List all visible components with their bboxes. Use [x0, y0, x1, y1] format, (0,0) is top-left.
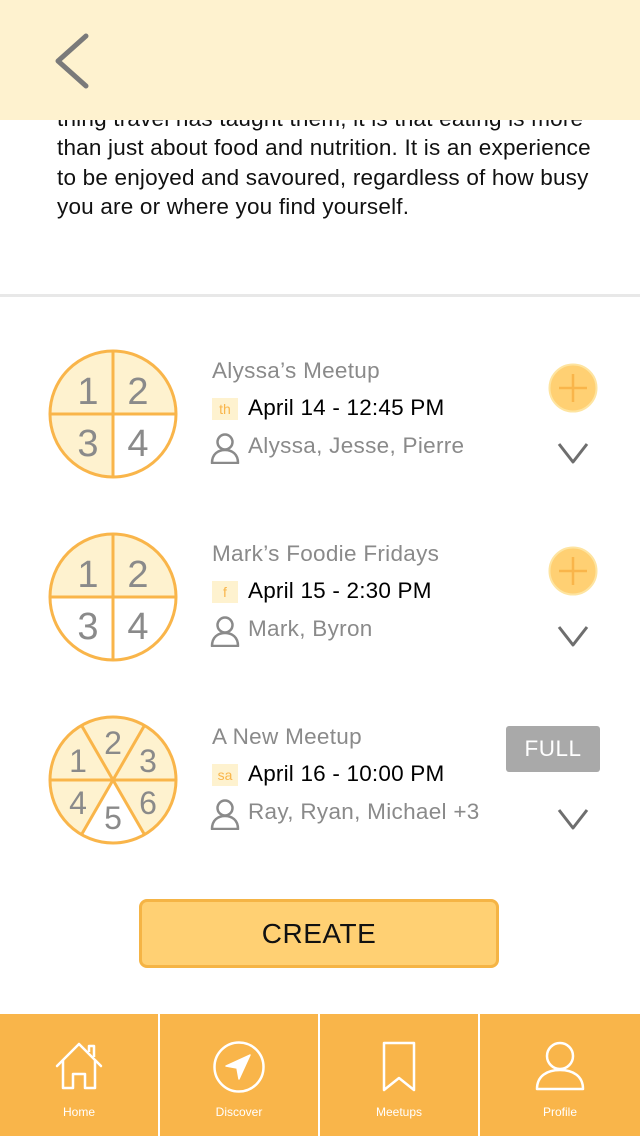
seat-label: 5 — [104, 800, 122, 836]
nav-profile[interactable]: Profile — [480, 1014, 640, 1136]
bottom-nav: Home Discover Meetups Profile — [0, 1014, 640, 1136]
nav-discover[interactable]: Discover — [160, 1014, 320, 1136]
plus-circle-icon[interactable] — [548, 363, 598, 413]
compass-icon — [213, 1041, 265, 1093]
meetup-description: thing travel has taught them, it is that… — [57, 106, 591, 219]
nav-meetups[interactable]: Meetups — [320, 1014, 480, 1136]
nav-home-label: Home — [62, 1105, 95, 1119]
meetup-card[interactable]: 1 2 3 4 Mark’s Foodie Fridays f April 15… — [0, 531, 640, 671]
back-button[interactable] — [44, 28, 104, 94]
meetup-date: April 16 - 10:00 PM — [248, 761, 445, 786]
seat-label: 1 — [77, 371, 98, 413]
meetup-attendees: Alyssa, Jesse, Pierre — [248, 433, 465, 458]
profile-icon — [535, 1041, 585, 1091]
seat-label: 4 — [69, 785, 87, 821]
header-bar — [0, 0, 640, 120]
nav-home[interactable]: Home — [0, 1014, 160, 1136]
meetup-title: Alyssa’s Meetup — [212, 358, 380, 383]
chevron-down-icon[interactable] — [556, 623, 590, 649]
seat-label: 4 — [127, 606, 148, 648]
seat-label: 1 — [69, 743, 87, 779]
create-button[interactable]: CREATE — [139, 899, 499, 968]
seat-label: 2 — [104, 725, 122, 761]
chevron-down-icon[interactable] — [556, 440, 590, 466]
nav-discover-label: Discover — [215, 1105, 263, 1119]
meetup-title: A New Meetup — [212, 724, 362, 749]
chevron-down-icon[interactable] — [556, 806, 590, 832]
meetup-attendees: Mark, Byron — [248, 616, 373, 641]
meetup-date: April 15 - 2:30 PM — [248, 578, 432, 603]
seat-label: 3 — [77, 606, 98, 648]
day-badge: f — [212, 581, 238, 603]
nav-profile-label: Profile — [542, 1105, 577, 1119]
seat-label: 2 — [127, 371, 148, 413]
seat-label: 6 — [139, 785, 157, 821]
plus-circle-icon[interactable] — [548, 546, 598, 596]
meetup-card[interactable]: 1 2 3 4 Alyssa’s Meetup th April 14 - 12… — [0, 348, 640, 488]
seat-pie-4: 1 2 3 4 — [48, 532, 178, 662]
person-icon — [210, 616, 240, 647]
seat-label: 3 — [77, 423, 98, 465]
home-icon — [55, 1042, 103, 1090]
full-badge: FULL — [506, 726, 600, 772]
chevron-left-icon — [55, 33, 89, 89]
nav-meetups-label: Meetups — [375, 1105, 423, 1119]
person-icon — [210, 433, 240, 464]
day-badge: sa — [212, 764, 238, 786]
seat-label: 2 — [127, 554, 148, 596]
day-badge: th — [212, 398, 238, 420]
person-icon — [210, 799, 240, 830]
meetup-date: April 14 - 12:45 PM — [248, 395, 445, 420]
meetup-attendees: Ray, Ryan, Michael +3 — [248, 799, 480, 824]
bookmark-icon — [382, 1041, 416, 1092]
meetup-card[interactable]: 1 2 3 4 5 6 A New Meetup sa April 16 - 1… — [0, 714, 640, 854]
meetup-title: Mark’s Foodie Fridays — [212, 541, 440, 566]
seat-label: 1 — [77, 554, 98, 596]
seat-label: 4 — [127, 423, 148, 465]
seat-label: 3 — [139, 743, 157, 779]
seat-pie-4: 1 2 3 4 — [48, 349, 178, 479]
seat-pie-6: 1 2 3 4 5 6 — [48, 715, 178, 845]
section-divider — [0, 294, 640, 297]
